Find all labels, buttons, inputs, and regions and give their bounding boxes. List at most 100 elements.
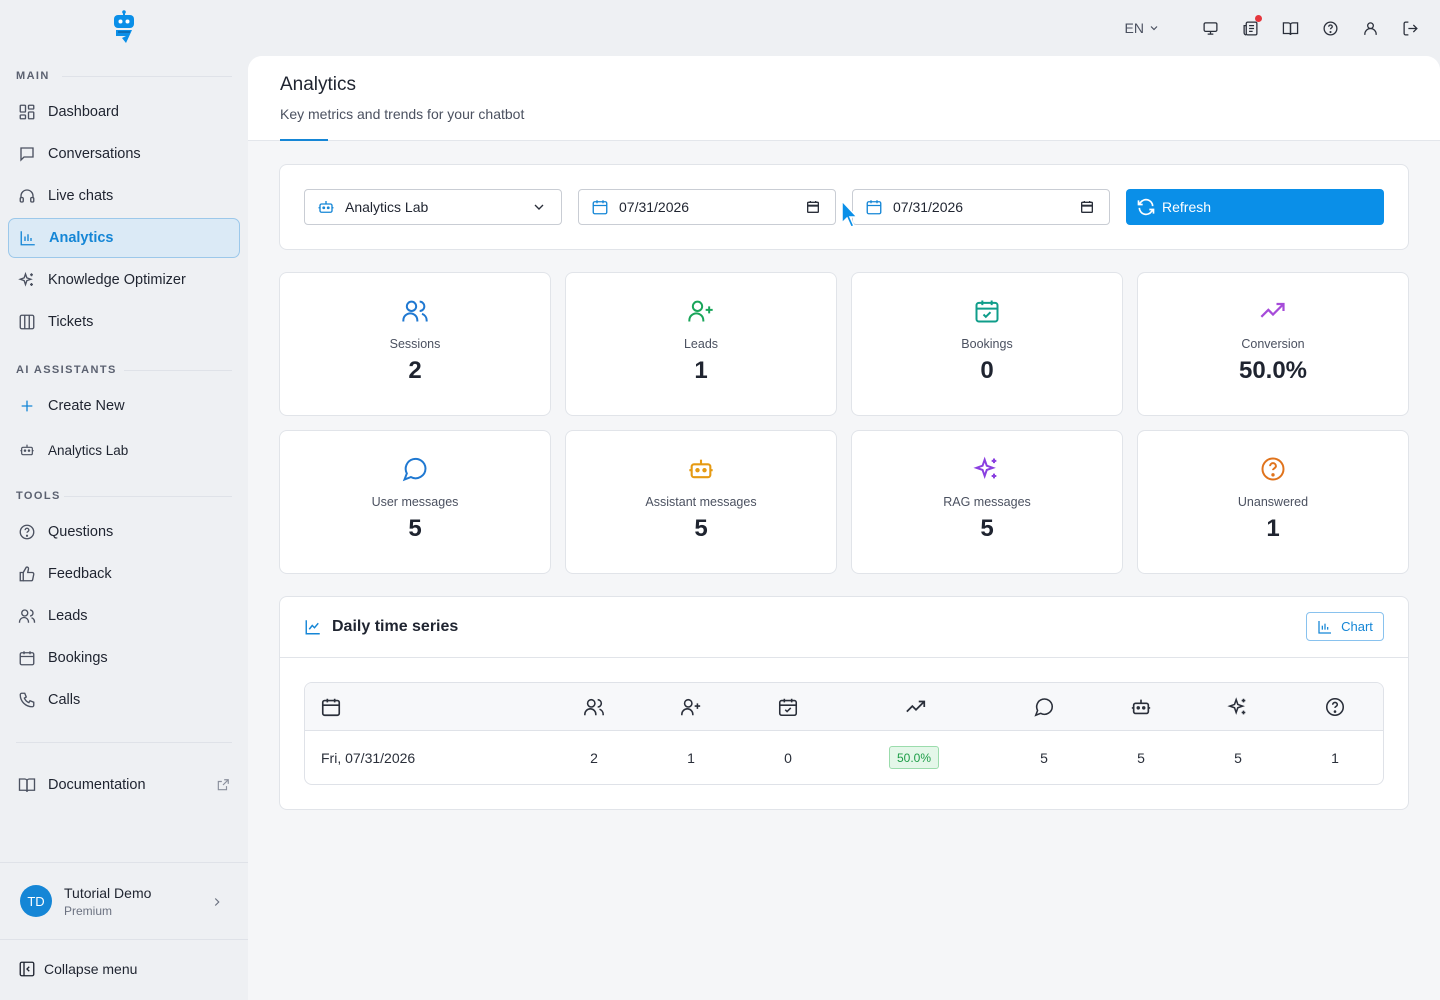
sidebar-item-analytics[interactable]: Analytics — [8, 218, 240, 258]
message-circle-icon — [401, 455, 429, 483]
sidebar-item-dashboard[interactable]: Dashboard — [8, 92, 240, 132]
chart-button-label: Chart — [1341, 619, 1373, 634]
user-menu[interactable]: TD Tutorial Demo Premium — [0, 862, 248, 940]
sidebar-item-questions[interactable]: Questions — [8, 512, 240, 552]
sparkles-icon[interactable] — [1227, 696, 1249, 718]
stat-label: User messages — [371, 495, 459, 509]
monitor-icon[interactable] — [1200, 18, 1220, 38]
stat-value: 5 — [408, 515, 422, 542]
stat-card-conversion: Conversion 50.0% — [1137, 272, 1409, 416]
sidebar-item-analytics-lab[interactable]: Analytics Lab — [8, 430, 240, 470]
calendar-check-icon[interactable] — [777, 696, 799, 718]
assistant-select[interactable]: Analytics Lab — [304, 189, 562, 225]
row-user-messages: 5 — [1040, 750, 1048, 766]
header-accent — [280, 139, 328, 141]
refresh-icon — [1137, 198, 1155, 216]
bar-chart-icon — [1318, 620, 1332, 634]
start-date-value: 07/31/2026 — [619, 199, 690, 215]
sidebar-item-label: Analytics — [49, 230, 114, 246]
stat-value: 50.0% — [1238, 357, 1308, 384]
calendar-icon[interactable] — [320, 696, 342, 718]
help-circle-icon — [17, 522, 37, 542]
sidebar-item-tickets[interactable]: Tickets — [8, 302, 240, 342]
sidebar-item-label: Calls — [48, 692, 81, 708]
sidebar-item-label: Analytics Lab — [48, 442, 129, 458]
refresh-button[interactable]: Refresh — [1126, 189, 1384, 225]
bot-icon[interactable] — [1130, 696, 1152, 718]
language-label: EN — [1124, 20, 1144, 36]
robot-logo-icon — [114, 10, 134, 43]
plus-icon — [17, 396, 37, 416]
stat-label: Sessions — [389, 337, 441, 351]
row-unanswered: 1 — [1331, 750, 1339, 766]
language-selector[interactable]: EN — [1125, 20, 1160, 36]
divider — [64, 496, 232, 497]
stat-card-user-messages: User messages 5 — [279, 430, 551, 574]
timeseries-header: Daily time series Chart — [280, 597, 1408, 658]
app-logo[interactable] — [112, 10, 136, 46]
page-header: Analytics Key metrics and trends for you… — [248, 56, 1440, 141]
headset-icon — [17, 186, 37, 206]
user-name: Tutorial Demo — [64, 884, 152, 901]
sidebar-item-label: Documentation — [48, 777, 146, 793]
sidebar-item-knowledge-optimizer[interactable]: Knowledge Optimizer — [8, 260, 240, 300]
end-date-input[interactable]: 07/31/2026 — [852, 189, 1110, 225]
stat-label: Conversion — [1241, 337, 1305, 351]
stat-card-bookings: Bookings 0 — [851, 272, 1123, 416]
sidebar-item-label: Live chats — [48, 188, 114, 204]
stat-label: RAG messages — [943, 495, 1031, 509]
page-subtitle: Key metrics and trends for your chatbot — [280, 106, 525, 122]
stat-card-sessions: Sessions 2 — [279, 272, 551, 416]
user-plan: Premium — [64, 903, 113, 918]
sidebar: MAIN Dashboard Conversations Live chats … — [0, 0, 248, 1000]
date-picker-icon[interactable] — [805, 199, 821, 215]
refresh-label: Refresh — [1162, 199, 1212, 215]
sidebar-item-documentation[interactable]: Documentation — [8, 765, 240, 805]
stat-card-leads: Leads 1 — [565, 272, 837, 416]
help-circle-icon[interactable] — [1320, 18, 1340, 38]
sidebar-item-calls[interactable]: Calls — [8, 680, 240, 720]
users-icon[interactable] — [583, 696, 605, 718]
stat-value: 2 — [408, 357, 422, 384]
sidebar-item-leads[interactable]: Leads — [8, 596, 240, 636]
row-bookings: 0 — [784, 750, 792, 766]
book-icon[interactable] — [1280, 18, 1300, 38]
sidebar-item-bookings[interactable]: Bookings — [8, 638, 240, 678]
sidebar-item-conversations[interactable]: Conversations — [8, 134, 240, 174]
chart-toggle-button[interactable]: Chart — [1306, 612, 1384, 641]
collapse-menu-button[interactable]: Collapse menu — [18, 960, 137, 978]
bot-icon — [687, 455, 715, 483]
stat-value: 5 — [980, 515, 994, 542]
external-link-icon — [216, 778, 230, 792]
calendar-icon — [17, 648, 37, 668]
logout-icon[interactable] — [1400, 18, 1420, 38]
message-circle-icon[interactable] — [1033, 696, 1055, 718]
daily-timeseries-card: Daily time series Chart Fri, 07/31/2026 — [279, 596, 1409, 810]
sidebar-item-live-chats[interactable]: Live chats — [8, 176, 240, 216]
sidebar-item-label: Conversations — [48, 146, 141, 162]
sidebar-item-label: Bookings — [48, 650, 108, 666]
sidebar-item-create-new[interactable]: Create New — [8, 386, 240, 426]
news-icon[interactable] — [1240, 15, 1262, 38]
end-date-value: 07/31/2026 — [893, 199, 964, 215]
columns-icon — [17, 312, 37, 332]
row-sessions: 2 — [590, 750, 598, 766]
sidebar-item-feedback[interactable]: Feedback — [8, 554, 240, 594]
help-circle-icon[interactable] — [1324, 696, 1346, 718]
user-plus-icon[interactable] — [680, 696, 702, 718]
main-panel: Analytics Key metrics and trends for you… — [248, 56, 1440, 1000]
assistant-select-value: Analytics Lab — [345, 199, 429, 215]
thumbs-up-icon — [17, 564, 37, 584]
row-date: Fri, 07/31/2026 — [321, 750, 416, 766]
date-picker-icon[interactable] — [1079, 199, 1095, 215]
trending-up-icon[interactable] — [905, 696, 927, 718]
line-chart-icon — [304, 618, 322, 636]
users-icon — [401, 297, 429, 325]
bot-icon — [317, 198, 335, 216]
start-date-input[interactable]: 07/31/2026 — [578, 189, 836, 225]
user-icon[interactable] — [1360, 18, 1380, 38]
sidebar-item-label: Dashboard — [48, 104, 119, 120]
sidebar-item-label: Feedback — [48, 566, 112, 582]
chevron-down-icon — [1150, 26, 1158, 31]
divider — [62, 76, 232, 77]
